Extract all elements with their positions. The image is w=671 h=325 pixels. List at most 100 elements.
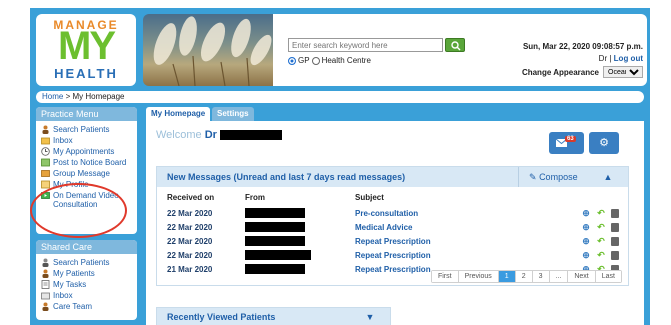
pager-last[interactable]: Last — [594, 271, 621, 282]
collapse-chevron-icon[interactable]: ▲ — [598, 172, 618, 182]
pager-page-3[interactable]: 3 — [531, 271, 549, 282]
appearance-select[interactable]: Ocean — [603, 66, 643, 78]
menu-label: Group Message — [53, 169, 110, 178]
reply-icon[interactable]: ↶ — [596, 250, 606, 260]
delete-icon[interactable] — [611, 222, 619, 232]
view-icon[interactable]: ⊕ — [581, 250, 591, 260]
pager-ellipsis[interactable]: ... — [548, 271, 568, 282]
pager-first[interactable]: First — [431, 271, 458, 282]
menu-label: On Demand Video Consultation — [53, 191, 119, 209]
appearance-label: Change Appearance — [521, 67, 599, 77]
actions-cell: ⊕ ↶ — [535, 206, 623, 220]
menu-label: My Appointments — [53, 147, 115, 156]
reply-icon[interactable]: ↶ — [596, 236, 606, 246]
from-cell — [245, 206, 355, 220]
logo[interactable]: MANAGE MY HEALTH — [36, 14, 136, 86]
shared-inbox[interactable]: Inbox — [36, 290, 137, 301]
subject-cell[interactable]: Medical Advice — [355, 220, 535, 234]
redacted-sender — [245, 236, 305, 246]
table-row[interactable]: 22 Mar 2020 Repeat Prescription ⊕ ↶ — [163, 234, 623, 248]
redacted-sender — [245, 264, 305, 274]
radio-health-centre[interactable] — [311, 56, 320, 65]
col-received: Received on — [167, 193, 215, 202]
menu-label: Search Patients — [53, 125, 110, 134]
app-window: MANAGE MY HEALTH Enter search keyword he… — [30, 8, 650, 325]
menu-my-profile[interactable]: My Profile — [36, 179, 137, 190]
menu-label: Inbox — [53, 291, 73, 300]
shared-care-team[interactable]: Care Team — [36, 301, 137, 312]
subject-cell[interactable]: Repeat Prescription — [355, 248, 535, 262]
tasks-icon — [41, 280, 50, 289]
radio-gp-label: GP — [298, 56, 310, 65]
menu-post-notice-board[interactable]: Post to Notice Board — [36, 157, 137, 168]
clock-icon — [41, 147, 50, 156]
table-row[interactable]: 22 Mar 2020 Medical Advice ⊕ ↶ — [163, 220, 623, 234]
welcome-text: Welcome Dr — [156, 129, 283, 141]
view-icon[interactable]: ⊕ — [581, 222, 591, 232]
tab-settings[interactable]: Settings — [212, 107, 254, 121]
delete-icon[interactable] — [611, 236, 619, 246]
delete-icon[interactable] — [611, 208, 619, 218]
messages-button[interactable]: 63 — [549, 132, 584, 154]
delete-icon[interactable] — [611, 250, 619, 260]
pager-page-2[interactable]: 2 — [514, 271, 532, 282]
menu-on-demand-video[interactable]: On Demand Video Consultation — [36, 190, 137, 210]
pager-previous[interactable]: Previous — [457, 271, 498, 282]
menu-label: My Tasks — [53, 280, 87, 289]
user-name: Dr — [598, 54, 608, 63]
col-subject: Subject — [355, 193, 384, 202]
recently-viewed-panel: Recently Viewed Patients ▼ — [156, 307, 391, 325]
subject-cell[interactable]: Repeat Prescription — [355, 234, 535, 248]
radio-gp[interactable] — [288, 56, 296, 65]
table-row[interactable]: 22 Mar 2020 Repeat Prescription ⊕ ↶ — [163, 248, 623, 262]
pager-next[interactable]: Next — [567, 271, 595, 282]
from-cell — [245, 234, 355, 248]
messages-table: Received on From Subject 22 Mar 2020 Pre… — [163, 193, 623, 276]
menu-inbox[interactable]: Inbox — [36, 135, 137, 146]
table-row[interactable]: 22 Mar 2020 Pre-consultation ⊕ ↶ — [163, 206, 623, 220]
datetime: Sun, Mar 22, 2020 09:08:57 p.m. — [522, 42, 643, 51]
profile-icon — [41, 180, 50, 189]
shared-my-patients[interactable]: My Patients — [36, 268, 137, 279]
gear-icon: ⚙ — [599, 137, 609, 149]
breadcrumb: Home > My Homepage — [36, 91, 644, 103]
user-separator: | — [609, 54, 612, 63]
expand-chevron-icon[interactable]: ▼ — [360, 312, 380, 322]
inbox-icon — [41, 136, 50, 145]
notice-icon — [41, 158, 50, 167]
search-button[interactable] — [445, 38, 465, 52]
pagination: First Previous 1 2 3 ... Next Last — [430, 270, 622, 283]
col-from: From — [245, 193, 265, 202]
compose-button[interactable]: ✎ Compose — [518, 167, 598, 187]
from-cell — [245, 262, 355, 276]
actions-cell: ⊕ ↶ — [535, 248, 623, 262]
breadcrumb-home[interactable]: Home — [42, 92, 63, 101]
shared-my-tasks[interactable]: My Tasks — [36, 279, 137, 290]
appearance-control: Change Appearance Ocean — [522, 66, 643, 78]
logout-link[interactable]: Log out — [614, 54, 643, 63]
logo-health-text: HEALTH — [54, 66, 118, 81]
settings-button[interactable]: ⚙ — [589, 132, 619, 154]
header-panel: GP Health Centre Sun, Mar 22, 2020 09:08… — [273, 14, 647, 86]
view-icon[interactable]: ⊕ — [581, 208, 591, 218]
col-actions — [535, 193, 623, 206]
breadcrumb-current: My Homepage — [72, 92, 125, 101]
radio-health-centre-label: Health Centre — [321, 56, 371, 65]
compose-icon: ✎ — [529, 172, 537, 182]
video-icon — [41, 191, 50, 200]
search-input[interactable] — [288, 38, 443, 52]
actions-cell: ⊕ ↶ — [535, 234, 623, 248]
reply-icon[interactable]: ↶ — [596, 208, 606, 218]
shared-search-patients[interactable]: Search Patients — [36, 257, 137, 268]
view-icon[interactable]: ⊕ — [581, 236, 591, 246]
menu-label: My Patients — [53, 269, 95, 278]
user-line: Dr | Log out — [599, 54, 643, 63]
subject-cell[interactable]: Pre-consultation — [355, 206, 535, 220]
reply-icon[interactable]: ↶ — [596, 222, 606, 232]
menu-search-patients[interactable]: Search Patients — [36, 124, 137, 135]
tab-my-homepage[interactable]: My Homepage — [146, 107, 211, 121]
menu-group-message[interactable]: Group Message — [36, 168, 137, 179]
pager-page-1[interactable]: 1 — [497, 271, 515, 282]
menu-my-appointments[interactable]: My Appointments — [36, 146, 137, 157]
redacted-sender — [245, 208, 305, 218]
